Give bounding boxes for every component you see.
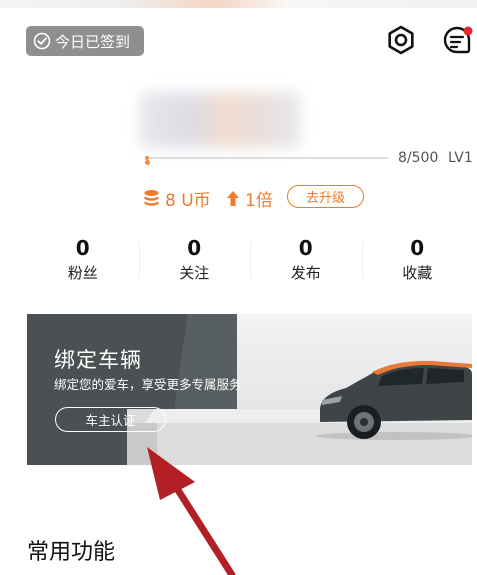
coins-label: 8 U币 [165,191,211,211]
banner-title: 绑定车辆 [54,348,142,372]
stat-count: 0 [298,236,313,260]
progress-text: 8/500 [398,150,439,166]
checkin-badge[interactable]: 今日已签到 [26,26,144,56]
progress-marker [145,160,150,165]
blurred-user-info [140,92,300,148]
coins-icon [144,190,159,206]
stat-count: 0 [410,236,425,260]
points-multiplier: 1倍 [226,186,273,211]
stat-count: 0 [75,236,90,260]
annotation-arrow [147,447,236,575]
car-image [316,360,472,440]
top-edge-fade [0,0,477,8]
banner-subtitle: 绑定您的爱车，享受更多专属服务 [54,377,242,392]
stat-count: 0 [187,236,202,260]
multiplier-label: 1倍 [245,191,273,211]
bind-vehicle-banner[interactable]: 绑定车辆 绑定您的爱车，享受更多专属服务 车主认证 [27,314,472,465]
level-label: LV1 [448,150,473,166]
upgrade-button[interactable]: 去升级 [287,185,364,208]
settings-button[interactable] [384,23,418,57]
stat-label: 发布 [290,264,321,282]
stat-label: 粉丝 [67,264,98,282]
section-title: 常用功能 [27,540,116,565]
stat-followers[interactable]: 0 粉丝 [27,236,139,286]
gear-icon [388,25,414,55]
owner-verify-button[interactable]: 车主认证 [55,407,166,432]
stat-favorites[interactable]: 0 收藏 [361,236,474,286]
message-icon [443,26,473,54]
stat-following[interactable]: 0 关注 [138,236,251,286]
check-circle-icon [33,32,51,50]
stat-label: 关注 [179,264,210,282]
arrow-up-icon [227,191,239,206]
level-progress-bar [145,156,388,160]
stat-posts[interactable]: 0 发布 [250,236,362,286]
message-button[interactable] [441,23,475,57]
stat-label: 收藏 [402,264,433,282]
coins-balance[interactable]: 8 U币 [143,186,211,211]
stats-row: 0 粉丝 0 关注 0 发布 0 收藏 [27,236,473,286]
checkin-label: 今日已签到 [55,32,131,51]
